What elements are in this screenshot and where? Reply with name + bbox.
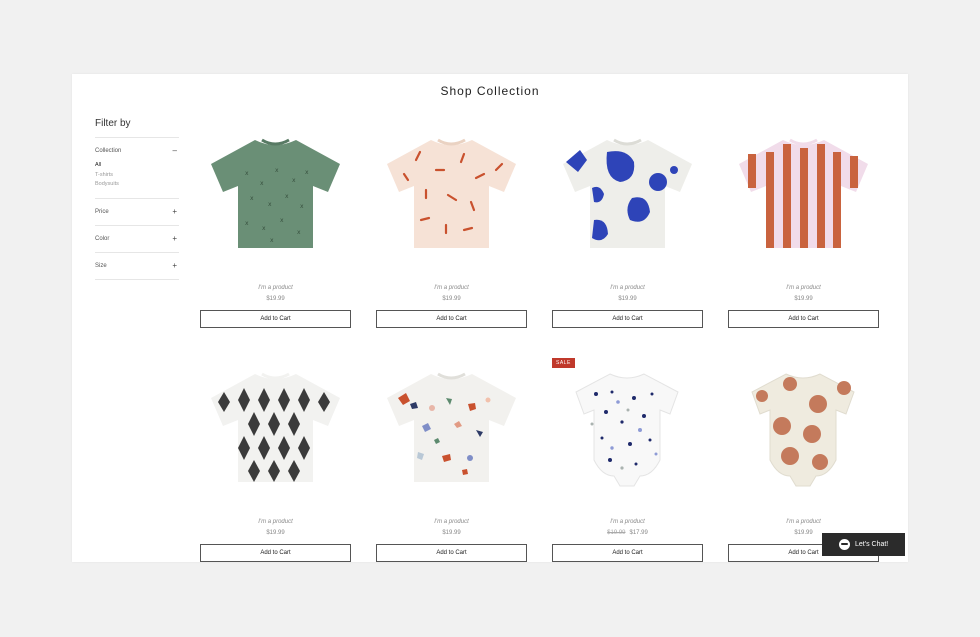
svg-text:x: x	[297, 229, 301, 236]
product-price: $19.99 $17.99	[552, 530, 703, 536]
product-name[interactable]: I'm a product	[552, 519, 703, 525]
add-to-cart-button[interactable]: Add to Cart	[376, 544, 527, 562]
peach-dash-tshirt-image[interactable]	[376, 130, 527, 255]
svg-text:x: x	[268, 201, 272, 208]
product-name[interactable]: I'm a product	[200, 285, 351, 291]
filter-collection-label: Collection	[95, 148, 122, 154]
product-price: $19.99	[794, 296, 813, 302]
filter-size: Size +	[95, 253, 179, 280]
green-tshirt-image[interactable]: xxxxx xxxx xxxxx	[200, 130, 351, 255]
product-card[interactable]: I'm a product $19.99 Add to Cart	[728, 130, 879, 340]
product-price: $19.99	[266, 296, 285, 302]
filter-sidebar: Filter by Collection – All T-shirts Body…	[95, 118, 179, 280]
chat-widget-button[interactable]: Let's Chat!	[822, 533, 905, 556]
expand-icon[interactable]: +	[172, 261, 177, 271]
filter-price-label: Price	[95, 208, 109, 215]
svg-text:x: x	[270, 237, 274, 244]
product-price: $19.99	[442, 296, 461, 302]
product-name[interactable]: I'm a product	[376, 519, 527, 525]
product-name[interactable]: I'm a product	[552, 285, 703, 291]
filter-option-all[interactable]: All	[95, 161, 179, 171]
terrazzo-tshirt-image[interactable]	[376, 364, 527, 489]
product-name[interactable]: I'm a product	[376, 285, 527, 291]
product-card[interactable]: SALE I'm a product $19.99$17.99 Add to	[552, 358, 703, 562]
add-to-cart-button[interactable]: Add to Cart	[728, 310, 879, 328]
filter-collection: Collection – All T-shirts Bodysuits	[95, 138, 179, 199]
product-price: $19.99	[618, 296, 637, 302]
collapse-icon[interactable]: –	[173, 146, 177, 156]
filter-color-label: Color	[95, 235, 110, 242]
filter-heading: Filter by	[95, 118, 179, 138]
sale-price: $17.99	[629, 530, 648, 536]
product-card[interactable]: I'm a product $19.99 Add to Cart	[200, 364, 351, 562]
add-to-cart-button[interactable]: Add to Cart	[200, 544, 351, 562]
svg-text:x: x	[245, 170, 249, 177]
polka-dot-bodysuit-image[interactable]	[728, 364, 879, 489]
add-to-cart-button[interactable]: Add to Cart	[552, 544, 703, 562]
chat-label: Let's Chat!	[855, 541, 889, 548]
collection-options: All T-shirts Bodysuits	[95, 161, 179, 190]
add-to-cart-button[interactable]: Add to Cart	[376, 310, 527, 328]
product-name[interactable]: I'm a product	[200, 519, 351, 525]
page-title: Shop Collection	[440, 84, 540, 98]
terrazzo-bodysuit-image[interactable]	[552, 364, 703, 489]
filter-price-header[interactable]: Price +	[95, 207, 179, 217]
filter-size-label: Size	[95, 262, 107, 269]
svg-text:x: x	[285, 193, 289, 200]
filter-color: Color +	[95, 226, 179, 253]
svg-text:x: x	[280, 217, 284, 224]
svg-text:x: x	[305, 169, 309, 176]
svg-text:x: x	[262, 225, 266, 232]
expand-icon[interactable]: +	[172, 207, 177, 217]
add-to-cart-button[interactable]: Add to Cart	[552, 310, 703, 328]
product-card[interactable]: I'm a product $19.99 Add to Cart	[376, 364, 527, 562]
product-price: $19.99	[266, 530, 285, 536]
expand-icon[interactable]: +	[172, 234, 177, 244]
filter-price: Price +	[95, 199, 179, 226]
product-card[interactable]: I'm a product $19.99 Add to Cart	[552, 130, 703, 340]
svg-text:x: x	[275, 167, 279, 174]
filter-option-tshirts[interactable]: T-shirts	[95, 171, 179, 181]
blue-blob-tshirt-image[interactable]	[552, 130, 703, 255]
svg-text:x: x	[260, 180, 264, 187]
filter-collection-header[interactable]: Collection –	[95, 146, 179, 156]
product-card[interactable]: I'm a product $19.99 Add to Cart	[376, 130, 527, 340]
svg-text:x: x	[250, 195, 254, 202]
add-to-cart-button[interactable]: Add to Cart	[200, 310, 351, 328]
svg-text:x: x	[292, 177, 296, 184]
original-price: $19.99	[607, 530, 626, 536]
product-name[interactable]: I'm a product	[728, 285, 879, 291]
striped-tshirt-image[interactable]	[728, 130, 879, 255]
product-card[interactable]: xxxxx xxxx xxxxx I'm a product $19.99 Ad…	[200, 130, 351, 340]
shop-panel: Shop Collection Filter by Collection – A…	[72, 74, 908, 562]
product-price: $19.99	[442, 530, 461, 536]
diamond-tshirt-image[interactable]	[200, 364, 351, 489]
product-name[interactable]: I'm a product	[728, 519, 879, 525]
filter-option-bodysuits[interactable]: Bodysuits	[95, 180, 179, 190]
svg-text:x: x	[300, 203, 304, 210]
svg-text:x: x	[245, 220, 249, 227]
chat-bubble-icon	[839, 539, 850, 550]
filter-color-header[interactable]: Color +	[95, 234, 179, 244]
filter-size-header[interactable]: Size +	[95, 261, 179, 271]
